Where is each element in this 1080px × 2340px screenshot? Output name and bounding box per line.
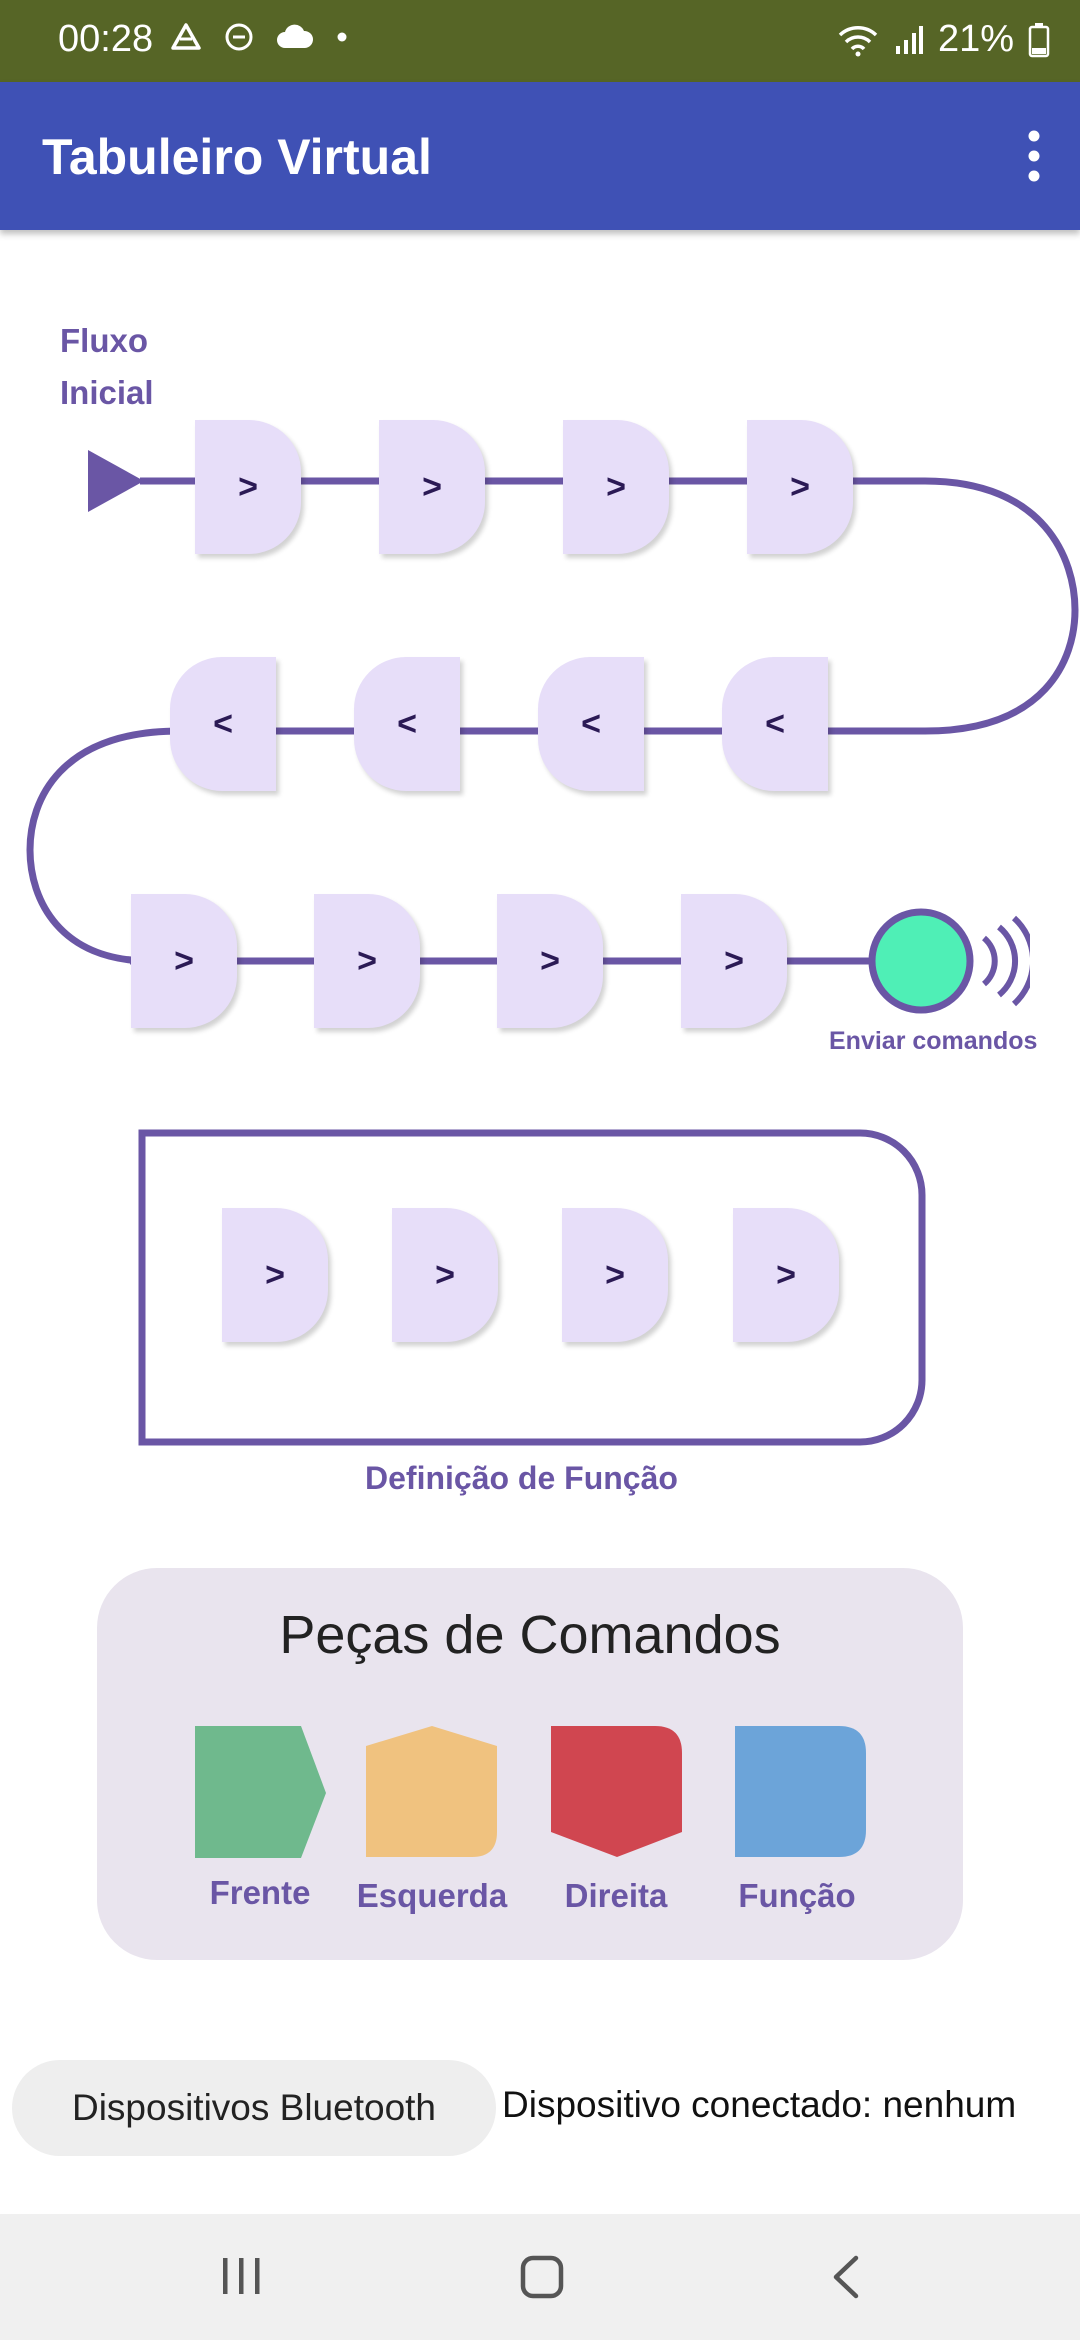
connected-device-status: Dispositivo conectado: nenhum xyxy=(502,2084,1017,2125)
left-piece[interactable] xyxy=(366,1726,498,1860)
send-commands-label: Enviar comandos xyxy=(829,1027,1038,1055)
flow-slot[interactable]: > xyxy=(131,894,237,1028)
function-slot[interactable]: > xyxy=(392,1208,498,1342)
flow-slot[interactable]: > xyxy=(497,894,603,1028)
flow-slot[interactable]: > xyxy=(195,420,301,554)
function-slot[interactable]: > xyxy=(733,1208,839,1342)
flow-slot[interactable]: < xyxy=(722,657,828,791)
back-icon[interactable] xyxy=(826,2254,866,2300)
flow-slot[interactable]: < xyxy=(354,657,460,791)
send-commands-button[interactable] xyxy=(866,908,1030,1018)
function-slot[interactable]: > xyxy=(222,1208,328,1342)
function-piece-label: Função xyxy=(738,1877,856,1914)
function-piece[interactable] xyxy=(735,1726,867,1860)
bluetooth-devices-button[interactable]: Dispositivos Bluetooth xyxy=(12,2060,496,2156)
home-icon[interactable] xyxy=(519,2254,565,2300)
flow-slot[interactable]: < xyxy=(538,657,644,791)
flow-slot[interactable]: > xyxy=(314,894,420,1028)
palette-title: Peças de Comandos xyxy=(279,1605,781,1665)
flow-slot[interactable]: > xyxy=(681,894,787,1028)
function-definition-label: Definição de Função xyxy=(365,1460,678,1496)
flow-path xyxy=(26,477,1079,1446)
forward-piece-label: Frente xyxy=(209,1874,311,1911)
command-palette: Peças de Comandos Frente Esquerda Direit… xyxy=(97,1568,963,1960)
left-piece-label: Esquerda xyxy=(356,1877,508,1914)
flow-label-line1: Fluxo xyxy=(60,322,148,359)
flow-slot[interactable]: > xyxy=(747,420,853,554)
start-arrow-icon xyxy=(88,450,144,512)
forward-piece[interactable] xyxy=(195,1726,327,1860)
flow-label-line2: Inicial xyxy=(60,374,154,411)
command-board: Fluxo Inicial > > > > < < < < > > > > En… xyxy=(0,0,1080,2340)
right-piece[interactable] xyxy=(551,1726,683,1860)
recent-apps-icon[interactable] xyxy=(220,2254,264,2298)
right-piece-label: Direita xyxy=(564,1877,668,1914)
function-slot[interactable]: > xyxy=(562,1208,668,1342)
flow-slot[interactable]: > xyxy=(563,420,669,554)
flow-slot[interactable]: > xyxy=(379,420,485,554)
flow-slot[interactable]: < xyxy=(170,657,276,791)
navigation-bar xyxy=(0,2214,1080,2340)
